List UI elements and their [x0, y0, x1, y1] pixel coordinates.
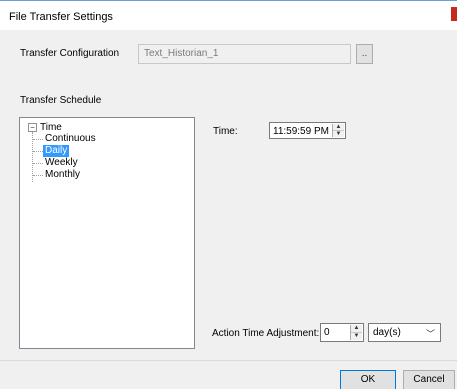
window-title: File Transfer Settings	[9, 11, 113, 23]
close-button[interactable]	[451, 7, 457, 21]
triangle-down-icon[interactable]: ▼	[351, 332, 362, 340]
tree-item-label: Monthly	[45, 169, 81, 180]
transfer-schedule-label: Transfer Schedule	[20, 95, 102, 106]
adjustment-stepper[interactable]: 0 ▲ ▼	[320, 323, 364, 342]
adjustment-value: 0	[324, 327, 330, 338]
tree-item-monthly[interactable]: Monthly	[33, 169, 82, 181]
cancel-button[interactable]: Cancel	[403, 370, 455, 389]
chevron-down-icon[interactable]: ﹀	[426, 327, 435, 340]
tree-root-time[interactable]: − Time	[28, 121, 62, 133]
tree-item-label: Daily	[43, 145, 70, 157]
browse-button[interactable]: ..	[356, 44, 373, 64]
tree-item-label: Continuous	[45, 133, 96, 144]
tree-item-daily[interactable]: Daily	[33, 145, 70, 157]
title-bar: File Transfer Settings	[0, 0, 457, 30]
triangle-down-icon[interactable]: ▼	[333, 130, 344, 137]
tree-branch-line	[33, 138, 43, 140]
dialog-footer: OK Cancel	[0, 360, 457, 389]
time-value: 11:59:59 PM	[273, 126, 329, 137]
tree-item-weekly[interactable]: Weekly	[33, 157, 80, 169]
adjustment-unit-select[interactable]: day(s) ﹀	[368, 323, 441, 342]
action-time-adjustment-label: Action Time Adjustment:	[212, 328, 320, 339]
minus-box-icon[interactable]: −	[28, 122, 37, 132]
schedule-tree[interactable]: − Time Continuous Daily Weekly Monthly	[19, 117, 195, 349]
adjustment-spinner[interactable]: ▲ ▼	[350, 325, 362, 340]
tree-root-label: Time	[40, 121, 62, 133]
tree-item-continuous[interactable]: Continuous	[33, 133, 98, 145]
tree-branch-line	[33, 174, 43, 176]
tree-branch-line	[33, 150, 43, 152]
time-label: Time:	[213, 126, 238, 137]
tree-item-label: Weekly	[45, 157, 78, 168]
transfer-configuration-field[interactable]: Text_Historian_1	[138, 44, 351, 64]
ok-button[interactable]: OK	[340, 370, 396, 389]
transfer-configuration-label: Transfer Configuration	[20, 48, 120, 59]
triangle-up-icon[interactable]: ▲	[351, 325, 362, 332]
tree-branch-line	[33, 162, 43, 164]
time-spinner[interactable]: ▲ ▼	[332, 124, 344, 137]
time-picker[interactable]: 11:59:59 PM ▲ ▼	[269, 122, 346, 139]
adjustment-unit-value: day(s)	[373, 327, 401, 338]
